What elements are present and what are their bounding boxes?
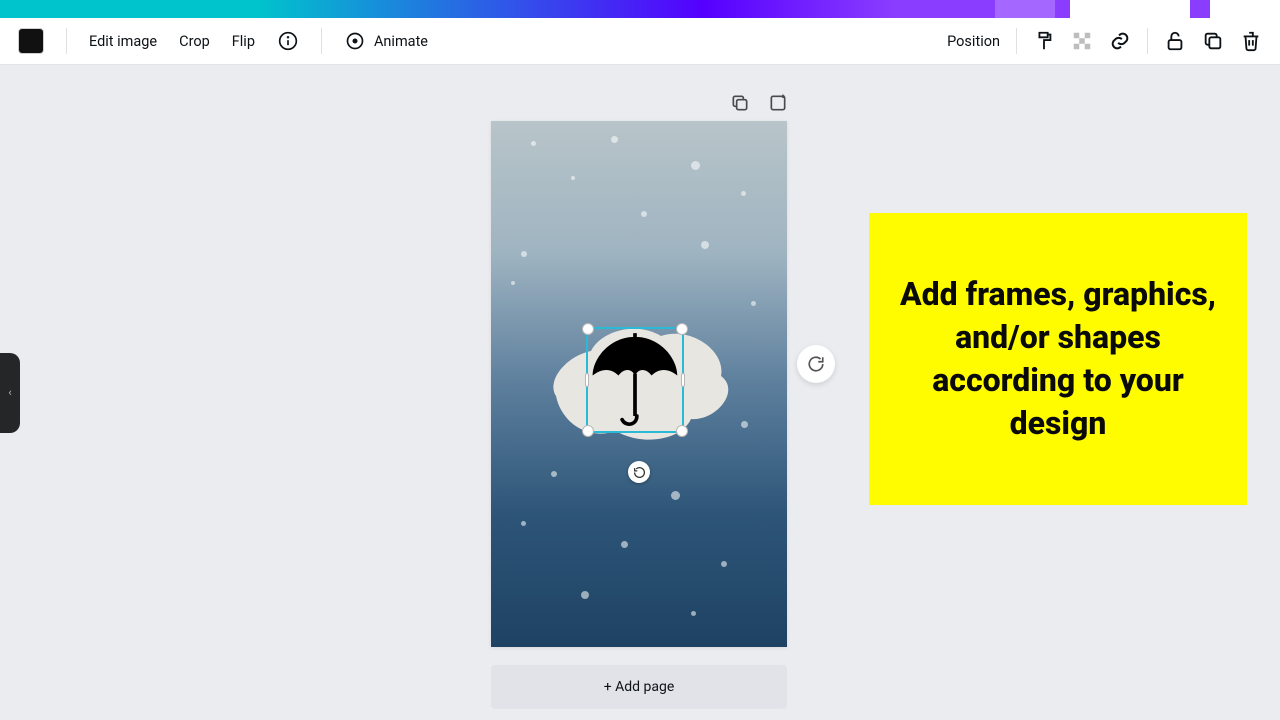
color-swatch[interactable]	[18, 28, 44, 54]
rotate-handle[interactable]	[628, 461, 650, 483]
animate-icon	[344, 30, 366, 52]
divider	[66, 28, 67, 54]
flip-button[interactable]: Flip	[232, 33, 255, 50]
resize-handle-br[interactable]	[676, 425, 688, 437]
info-icon[interactable]	[277, 30, 299, 52]
resize-handle-bl[interactable]	[582, 425, 594, 437]
instruction-callout: Add frames, graphics, and/or shapes acco…	[869, 213, 1247, 505]
app-header-gradient	[0, 0, 1280, 18]
animate-label: Animate	[374, 33, 428, 50]
add-page-icon[interactable]	[768, 93, 788, 113]
divider	[321, 28, 322, 54]
resize-handle-l[interactable]	[585, 373, 589, 387]
duplicate-page-icon[interactable]	[730, 93, 750, 113]
divider	[1147, 28, 1148, 54]
page-mini-controls	[730, 93, 788, 113]
divider	[1016, 28, 1017, 54]
format-painter-icon[interactable]	[1033, 30, 1055, 52]
crop-button[interactable]: Crop	[179, 33, 210, 50]
header-chip[interactable]	[995, 0, 1055, 24]
selection-box[interactable]	[586, 327, 684, 433]
header-pill-1[interactable]	[1070, 0, 1190, 24]
add-page-button[interactable]: + Add page	[491, 665, 787, 709]
design-canvas[interactable]	[491, 121, 787, 647]
trash-icon[interactable]	[1240, 30, 1262, 52]
position-button[interactable]: Position	[947, 33, 1000, 50]
link-icon[interactable]	[1109, 30, 1131, 52]
regenerate-button[interactable]	[797, 345, 835, 383]
edit-image-button[interactable]: Edit image	[89, 33, 157, 50]
animate-button[interactable]: Animate	[344, 30, 428, 52]
header-pill-2[interactable]	[1210, 0, 1280, 24]
side-panel-toggle[interactable]: ‹	[0, 353, 20, 433]
instruction-text: Add frames, graphics, and/or shapes acco…	[895, 273, 1221, 446]
resize-handle-tl[interactable]	[582, 323, 594, 335]
lock-icon[interactable]	[1164, 30, 1186, 52]
resize-handle-r[interactable]	[681, 373, 685, 387]
resize-handle-tr[interactable]	[676, 323, 688, 335]
duplicate-icon[interactable]	[1202, 30, 1224, 52]
transparency-icon[interactable]	[1071, 30, 1093, 52]
workspace: ‹	[0, 65, 1280, 720]
context-toolbar: Edit image Crop Flip Animate Position	[0, 18, 1280, 65]
add-page-label: + Add page	[604, 679, 675, 695]
